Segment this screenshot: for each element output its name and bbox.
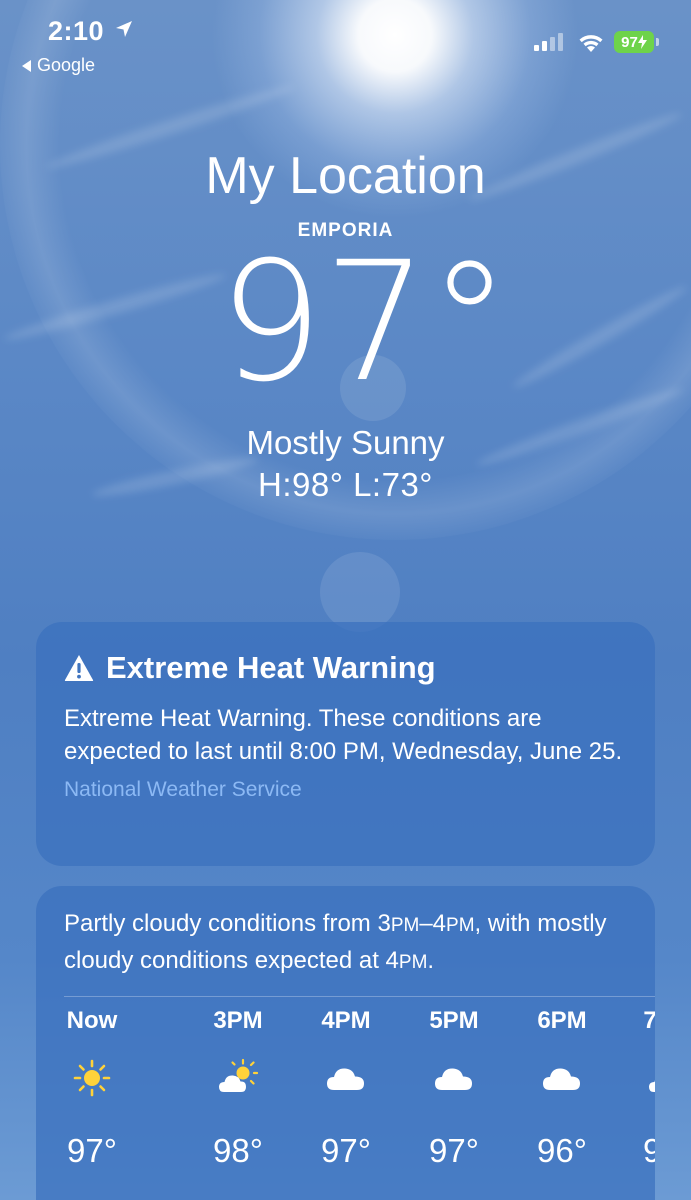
- partly-cloudy-icon: [649, 1080, 655, 1092]
- current-temperature: 97°: [218, 226, 511, 418]
- charging-bolt-icon: [637, 35, 647, 49]
- battery-indicator: 97: [614, 31, 654, 53]
- status-time: 2:10: [48, 16, 105, 46]
- extreme-heat-alert-card[interactable]: Extreme Heat Warning Extreme Heat Warnin…: [36, 622, 655, 866]
- alert-description: Extreme Heat Warning. These conditions a…: [64, 705, 623, 765]
- summary-text: PM: [390, 915, 420, 936]
- cloud-icon: [543, 1068, 580, 1090]
- alert-title: Extreme Heat Warning: [106, 650, 436, 685]
- warning-icon: [64, 655, 94, 681]
- divider: [64, 996, 655, 997]
- battery-level: 97: [621, 33, 638, 51]
- cloud-icon: [327, 1068, 364, 1090]
- hour-label: Now: [66, 1007, 118, 1034]
- hour-temperature: 98°: [213, 1132, 263, 1169]
- hour-temperature: 97°: [429, 1132, 479, 1169]
- summary-text: PM: [446, 915, 475, 936]
- summary-text: –4: [419, 910, 447, 937]
- summary-text: PM: [398, 952, 428, 973]
- hour-label: 3PM: [213, 1007, 263, 1034]
- wifi-icon: [579, 35, 603, 52]
- location-arrow-icon: [116, 21, 132, 37]
- alert-header: Extreme Heat Warning: [64, 650, 627, 686]
- alert-source-link[interactable]: National Weather Service: [64, 778, 627, 802]
- back-arrow-icon: [22, 59, 31, 72]
- hour-temperature: 97°: [321, 1132, 371, 1169]
- hour-temperature: 97°: [67, 1132, 117, 1169]
- hour-label: 4PM: [321, 1007, 371, 1034]
- location-title: My Location: [205, 147, 486, 205]
- cloud-icon: [435, 1068, 472, 1090]
- hour-temperature: 96°: [537, 1132, 587, 1169]
- cellular-signal-icon: [534, 33, 563, 51]
- current-condition: Mostly Sunny: [246, 424, 445, 461]
- hourly-summary: Partly cloudy conditions from 3PM–4PM, w…: [36, 886, 655, 977]
- battery-nub: [656, 38, 659, 46]
- status-bar: 2:10 Google 97: [0, 0, 691, 90]
- high-low-temperature: H:98° L:73°: [258, 466, 433, 503]
- summary-text: .: [427, 947, 435, 974]
- summary-text: Partly cloudy conditions from 3: [64, 910, 391, 937]
- hour-label: 7PM: [643, 1007, 655, 1034]
- hour-label: 5PM: [429, 1007, 479, 1034]
- back-link-label: Google: [37, 55, 96, 75]
- hour-temperature: 94°: [643, 1132, 655, 1169]
- sun-icon: [73, 1059, 111, 1097]
- hourly-forecast-card[interactable]: Partly cloudy conditions from 3PM–4PM, w…: [36, 886, 655, 1200]
- hour-label: 6PM: [537, 1007, 587, 1034]
- partly-cloudy-icon: [219, 1058, 258, 1092]
- back-to-google-link[interactable]: Google: [22, 55, 95, 76]
